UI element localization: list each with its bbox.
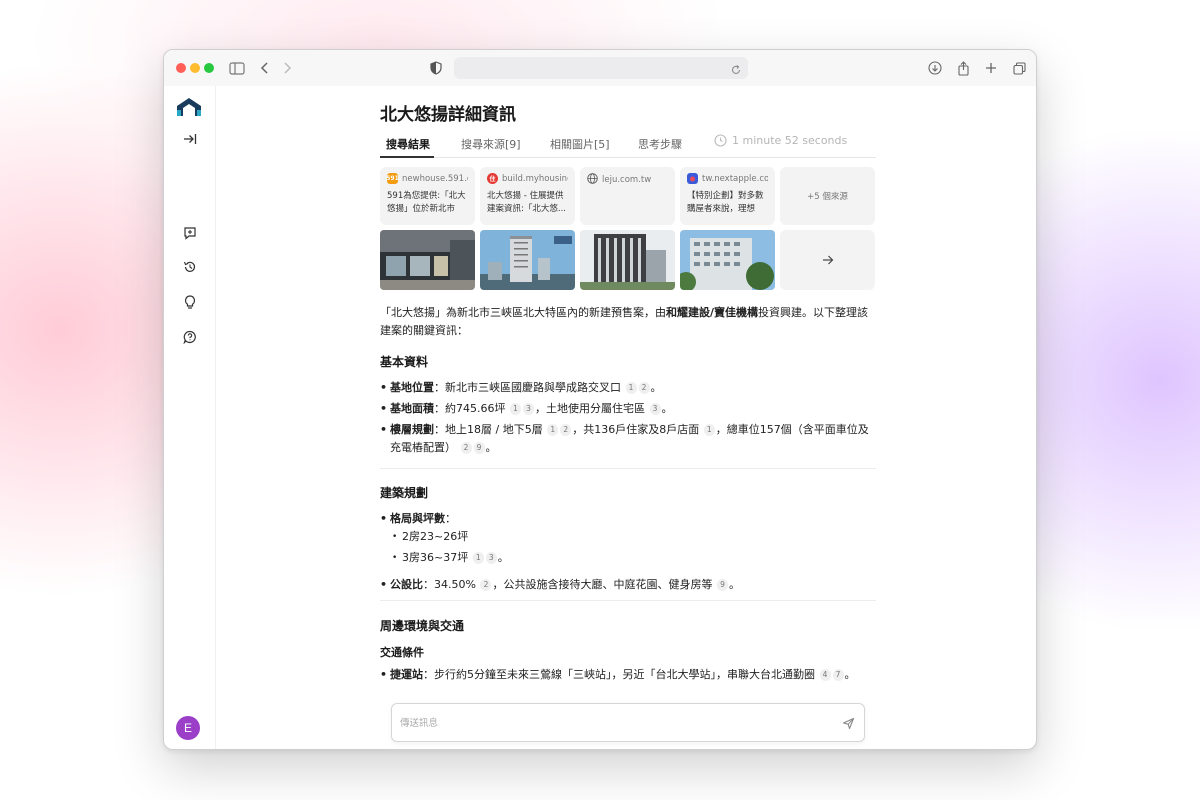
app-sidebar: E xyxy=(164,86,216,749)
active-tab-indicator xyxy=(380,156,434,158)
forward-icon[interactable] xyxy=(278,59,296,77)
citation-badge[interactable]: 1 xyxy=(625,382,637,394)
tab-thinking-steps[interactable]: 思考步驟 xyxy=(638,136,682,152)
sub-list-item: • 2房23~26坪 xyxy=(392,530,469,543)
help-chat-icon[interactable] xyxy=(180,327,200,347)
tab-search-sources[interactable]: 搜尋來源[9] xyxy=(461,136,521,152)
section-divider xyxy=(380,600,876,601)
more-sources-button[interactable]: +5 個來源 xyxy=(780,167,875,225)
citation-badge[interactable]: 1 xyxy=(472,552,484,564)
citation-badge[interactable]: 2 xyxy=(460,442,472,454)
citation-badge[interactable]: 2 xyxy=(638,382,650,394)
main-content: 北大悠揚詳細資訊 搜尋結果 搜尋來源[9] 相關圖片[5] 思考步驟 1 min… xyxy=(380,86,876,749)
send-icon[interactable] xyxy=(840,715,856,731)
source-card[interactable]: tw.nextapple.com 【特別企劃】對多數購屋者來說，理想的... xyxy=(680,167,775,225)
list-item: • 基地面積：約745.66坪 1 3 ，土地使用分屬住宅區 3。 xyxy=(380,402,673,415)
source-snippet: 【特別企劃】對多數購屋者來說，理想的... xyxy=(687,191,764,214)
message-input[interactable] xyxy=(400,714,820,732)
list-item: • 基地位置：新北市三峽區國慶路與學成路交叉口 1 2。 xyxy=(380,381,662,394)
section-heading: 基本資料 xyxy=(380,355,429,369)
related-image-thumbnail[interactable] xyxy=(680,230,775,290)
history-icon[interactable] xyxy=(180,257,200,277)
related-image-thumbnail[interactable] xyxy=(580,230,675,290)
more-images-button[interactable] xyxy=(780,230,875,290)
citation-badge[interactable]: 3 xyxy=(523,403,534,415)
close-window-button[interactable] xyxy=(176,63,186,73)
clock-icon xyxy=(714,134,727,147)
citation-badge[interactable]: 1 xyxy=(547,424,559,436)
citation-badge[interactable]: 4 xyxy=(819,669,831,681)
list-item: • 樓層規劃：地上18層 / 地下5層 1 2 ，共136戶住家及8戶店面 1 ，總車… xyxy=(380,423,869,454)
source-domain: newhouse.591.com xyxy=(402,173,468,184)
sidebar-toggle-icon[interactable] xyxy=(228,59,246,77)
user-avatar[interactable]: E xyxy=(176,716,200,740)
citation-badge[interactable]: 3 xyxy=(649,403,661,415)
citation-badge[interactable]: 9 xyxy=(716,579,728,591)
citation-badge[interactable]: 2 xyxy=(560,424,572,436)
favicon-591-icon: 591 xyxy=(387,173,399,184)
privacy-shield-icon[interactable] xyxy=(427,59,445,77)
back-icon[interactable] xyxy=(256,59,274,77)
related-image-thumbnail[interactable] xyxy=(480,230,575,290)
new-chat-icon[interactable] xyxy=(180,223,200,243)
message-composer[interactable] xyxy=(391,703,865,742)
new-tab-icon[interactable] xyxy=(982,59,1000,77)
source-card[interactable]: 住 build.myhousing.co 北大悠揚 - 住展提供建案資訊:「北大… xyxy=(480,167,575,225)
section-divider xyxy=(380,468,876,469)
sub-list-item: • 3房36~37坪 1 3。 xyxy=(392,551,509,564)
result-tabs: 搜尋結果 搜尋來源[9] 相關圖片[5] 思考步驟 1 minute 52 se… xyxy=(380,130,876,158)
tab-overview-icon[interactable] xyxy=(1010,59,1028,77)
citation-badge[interactable]: 2 xyxy=(480,579,492,591)
list-item: • 公設比：34.50% 2 ，公共設施含接待大廳、中庭花園、健身房等 9。 xyxy=(380,578,740,591)
elapsed-time: 1 minute 52 seconds xyxy=(714,134,847,147)
related-image-thumbnail[interactable] xyxy=(380,230,475,290)
app-logo-icon[interactable] xyxy=(175,97,203,121)
source-snippet xyxy=(587,193,668,219)
list-item: • 格局與坪數： xyxy=(380,512,456,525)
citation-badge[interactable]: 7 xyxy=(832,669,844,681)
minimize-window-button[interactable] xyxy=(190,63,200,73)
globe-icon xyxy=(587,173,598,187)
download-icon[interactable] xyxy=(926,59,944,77)
tab-related-images[interactable]: 相關圖片[5] xyxy=(550,136,610,152)
source-card[interactable]: leju.com.tw xyxy=(580,167,675,225)
source-domain: leju.com.tw xyxy=(602,175,652,185)
source-domain: tw.nextapple.com xyxy=(702,173,768,184)
citation-badge[interactable]: 1 xyxy=(703,424,715,436)
reload-icon[interactable] xyxy=(730,61,742,80)
address-bar[interactable] xyxy=(454,57,748,79)
source-snippet: 591為您提供:「北大悠揚」位於新北市三... xyxy=(387,191,466,214)
citation-badge[interactable]: 1 xyxy=(510,403,521,415)
tab-search-results[interactable]: 搜尋結果 xyxy=(386,136,430,152)
source-domain: build.myhousing.co xyxy=(502,173,568,184)
page-title: 北大悠揚詳細資訊 xyxy=(380,105,516,125)
source-card[interactable]: 591 newhouse.591.com 591為您提供:「北大悠揚」位於新北市… xyxy=(380,167,475,225)
list-item: • 捷運站：步行約5分鐘至未來三鶯線「三峽站」，另近「台北大學站」，串聯大台北通… xyxy=(380,668,856,681)
zoom-window-button[interactable] xyxy=(204,63,214,73)
browser-window: E 北大悠揚詳細資訊 搜尋結果 搜尋來源[9] 相關圖片[5] 思考步驟 1 m… xyxy=(163,49,1037,750)
source-snippet: 北大悠揚 - 住展提供建案資訊:「北大悠... xyxy=(487,191,566,214)
browser-toolbar xyxy=(164,50,1036,86)
section-heading: 建築規劃 xyxy=(380,486,429,500)
arrow-right-icon xyxy=(822,255,833,265)
intro-paragraph: 「北大悠揚」為新北市三峽區北大特區內的新建預售案，由和耀建設/寶佳機構投資興建。… xyxy=(380,306,869,337)
elapsed-time-label: 1 minute 52 seconds xyxy=(732,134,848,147)
favicon-myhousing-icon: 住 xyxy=(487,173,498,184)
share-icon[interactable] xyxy=(954,59,972,77)
subsection-heading: 交通條件 xyxy=(380,646,424,659)
favicon-nextapple-icon xyxy=(687,173,698,184)
lightbulb-icon[interactable] xyxy=(180,292,200,312)
citation-badge[interactable]: 3 xyxy=(485,552,497,564)
developer-name: 和耀建設/寶佳機構 xyxy=(666,306,759,319)
citation-badge[interactable]: 9 xyxy=(473,442,485,454)
section-heading: 周邊環境與交通 xyxy=(380,619,465,633)
expand-sidebar-icon[interactable] xyxy=(180,129,200,149)
